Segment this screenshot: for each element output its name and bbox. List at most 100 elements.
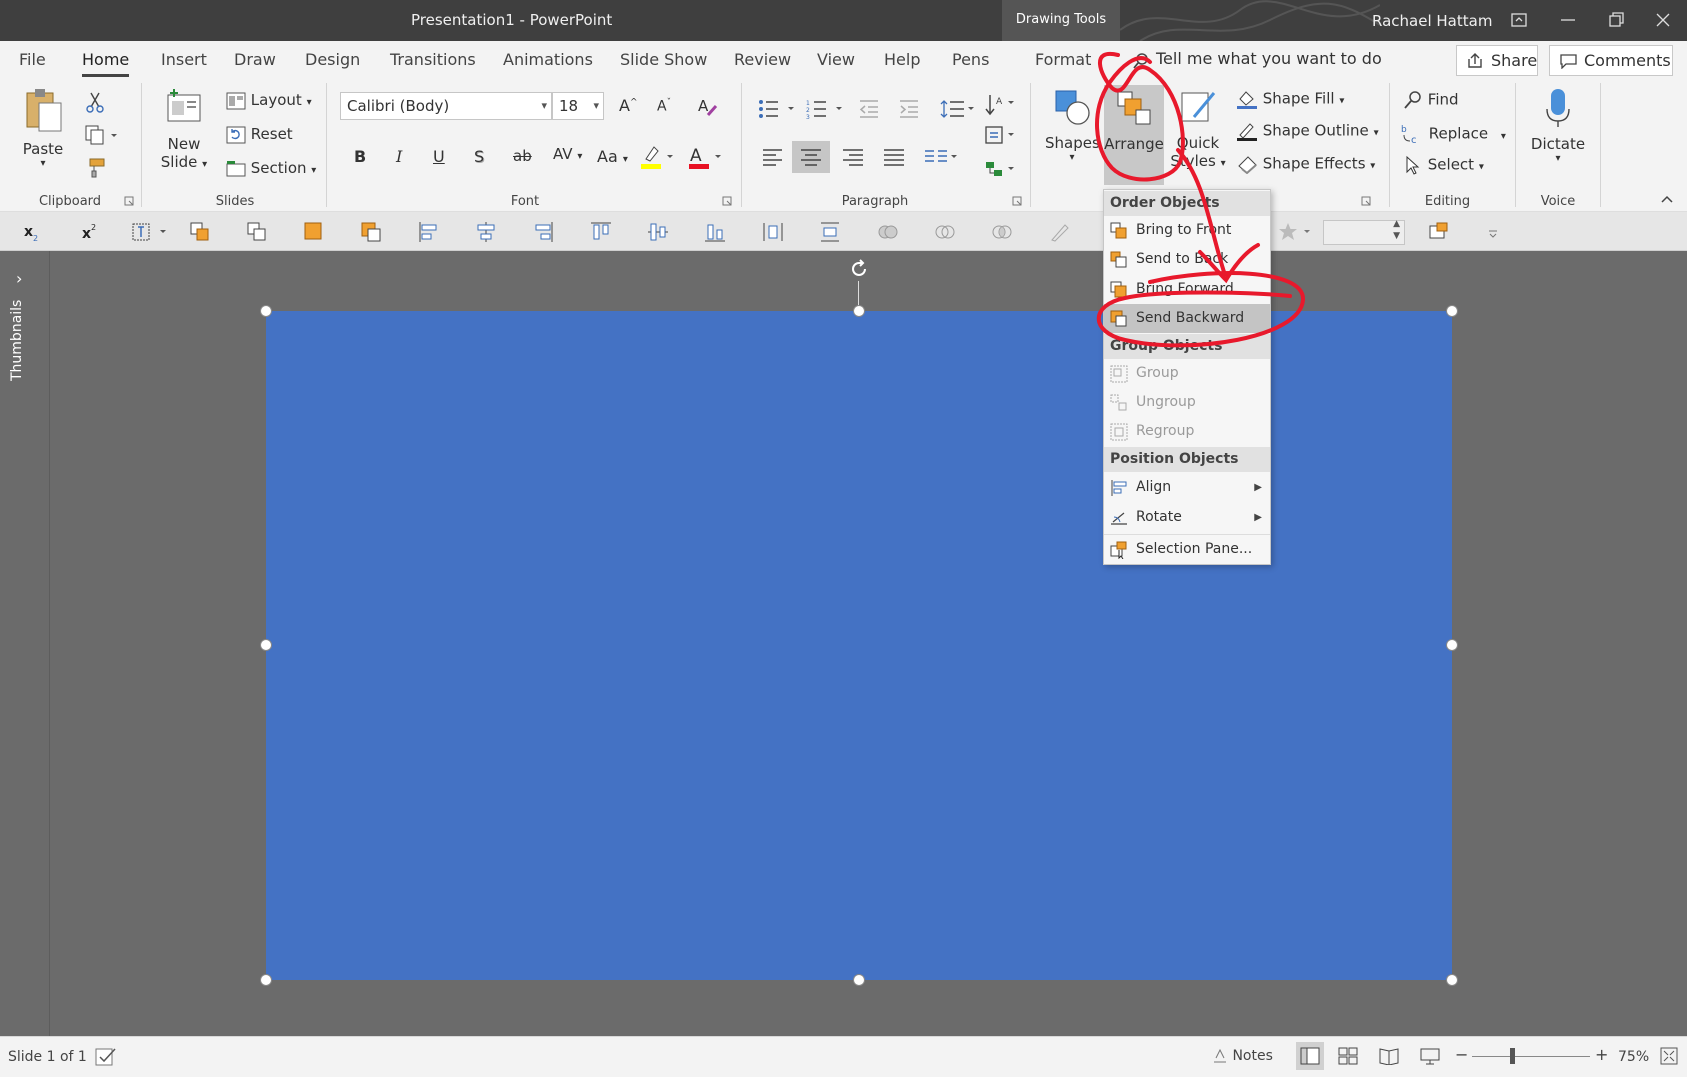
bullets-icon[interactable] [758,99,798,119]
align-item[interactable]: Align ▶ [1104,473,1270,502]
tab-pens[interactable]: Pens [952,50,989,69]
send-backward-icon[interactable] [360,221,382,243]
align-left-icon[interactable] [762,147,784,167]
quick-styles-button[interactable]: Quick Styles ▾ [1170,87,1226,170]
clear-formatting-icon[interactable]: A [696,95,718,117]
tab-home[interactable]: Home [82,50,130,77]
regroup-item[interactable]: Regroup [1104,417,1270,446]
copy-icon[interactable] [84,124,118,146]
dialog-launcher-icon[interactable] [722,196,732,206]
reading-view-icon[interactable] [1379,1047,1399,1065]
zoom-in-icon[interactable]: + [1595,1045,1608,1064]
text-box-icon[interactable] [130,221,170,243]
layout-button[interactable]: Layout ▾ [226,91,312,110]
tab-animations[interactable]: Animations [503,50,593,69]
tab-review[interactable]: Review [734,50,791,69]
tab-view[interactable]: View [817,50,855,69]
dialog-launcher-icon[interactable] [1012,196,1022,206]
fit-to-window-icon[interactable] [1660,1047,1678,1065]
find-button[interactable]: Find [1403,90,1459,110]
collapse-ribbon-icon[interactable] [1660,194,1674,204]
selected-rectangle-shape[interactable] [266,311,1452,980]
paste-button[interactable]: Paste ▾ [18,87,68,177]
resize-handle-bottom[interactable] [853,974,865,986]
numbering-icon[interactable]: 123 [806,99,846,119]
underline-icon[interactable]: U [433,147,445,166]
shape-effects-button[interactable]: Shape Effects ▾ [1236,154,1375,174]
customize-toolbar-icon[interactable] [1486,221,1500,243]
justify-icon[interactable] [883,147,905,167]
slide-show-icon[interactable] [1420,1047,1440,1065]
restore-icon[interactable] [1604,8,1628,32]
arrange-button[interactable]: Arrange [1104,85,1164,185]
align-right-objects-icon[interactable] [532,221,554,243]
font-color-icon[interactable]: A [688,143,724,171]
send-to-back-item[interactable]: Send to Back [1104,245,1270,274]
group-item[interactable]: Group [1104,359,1270,388]
tab-transitions[interactable]: Transitions [390,50,476,69]
selection-pane-item[interactable]: Selection Pane... [1104,535,1270,564]
shape-fill-button[interactable]: Shape Fill ▾ [1236,89,1344,109]
distribute-horizontally-icon[interactable] [762,221,784,243]
send-to-back-icon[interactable] [246,221,268,243]
bring-to-front-icon[interactable] [189,221,211,243]
normal-view-button[interactable] [1296,1042,1324,1070]
subscript-icon[interactable]: x2 [20,221,42,243]
tell-me-input[interactable]: Tell me what you want to do [1156,49,1382,68]
italic-icon[interactable]: I [396,147,402,166]
ungroup-item[interactable]: Ungroup [1104,388,1270,417]
tab-slide-show[interactable]: Slide Show [620,50,707,69]
merge-intersect-icon[interactable] [991,221,1013,243]
dialog-launcher-icon[interactable] [124,196,134,206]
resize-handle-top-right[interactable] [1446,305,1458,317]
reset-button[interactable]: Reset [226,125,293,144]
shadow-icon[interactable]: S [474,147,484,166]
resize-handle-left[interactable] [260,639,272,651]
close-icon[interactable] [1651,8,1675,32]
tab-insert[interactable]: Insert [161,50,207,69]
slide-sorter-icon[interactable] [1338,1047,1358,1065]
resize-handle-bottom-right[interactable] [1446,974,1458,986]
decrease-font-icon[interactable]: Aˇ [657,98,671,115]
send-backward-item[interactable]: Send Backward [1104,304,1270,333]
paste-dropdown-icon[interactable]: ▾ [18,158,68,169]
accessibility-check-icon[interactable] [95,1047,117,1067]
replace-button[interactable]: bc Replace ▾ [1400,123,1506,146]
line-spacing-icon[interactable] [940,99,976,119]
new-slide-button[interactable]: New Slide ▾ [156,87,212,171]
columns-icon[interactable] [924,147,958,167]
character-spacing-icon[interactable]: AV ▾ [553,145,582,163]
notes-button[interactable]: Notes [1212,1048,1273,1064]
resize-handle-bottom-left[interactable] [260,974,272,986]
shape-outline-button[interactable]: Shape Outline ▾ [1236,121,1379,141]
increase-font-icon[interactable]: A^ [619,96,638,115]
zoom-out-icon[interactable]: − [1455,1045,1468,1064]
change-case-icon[interactable]: Aa ▾ [597,147,628,166]
user-name[interactable]: Rachael Hattam [1372,12,1492,30]
selection-pane-icon[interactable] [1428,221,1450,243]
thumbnails-label[interactable]: Thumbnails [9,300,25,381]
text-direction-icon[interactable]: A [984,93,1016,117]
shape-size-field[interactable]: ▲ ▼ [1323,219,1405,245]
star-shape-icon[interactable] [1278,221,1312,243]
align-bottom-objects-icon[interactable] [704,221,726,243]
bold-icon[interactable]: B [354,147,366,166]
tab-file[interactable]: File [19,50,46,69]
expand-thumbnails-icon[interactable]: › [16,269,22,288]
cut-icon[interactable] [84,91,106,113]
align-center-button[interactable] [792,141,830,173]
comments-button[interactable]: Comments [1549,45,1673,76]
bring-forward-icon[interactable] [303,221,325,243]
resize-handle-top-left[interactable] [260,305,272,317]
tab-help[interactable]: Help [884,50,920,69]
bring-forward-item[interactable]: Bring Forward [1104,275,1270,304]
resize-handle-right[interactable] [1446,639,1458,651]
format-painter-icon[interactable] [84,157,106,179]
align-center-objects-icon[interactable] [475,221,497,243]
zoom-slider-track[interactable] [1472,1056,1590,1057]
highlight-color-icon[interactable] [640,143,676,171]
tab-format[interactable]: Format [1035,50,1091,69]
font-size-combo[interactable]: 18 [552,92,604,120]
tab-design[interactable]: Design [305,50,360,69]
ribbon-display-icon[interactable] [1507,8,1531,32]
